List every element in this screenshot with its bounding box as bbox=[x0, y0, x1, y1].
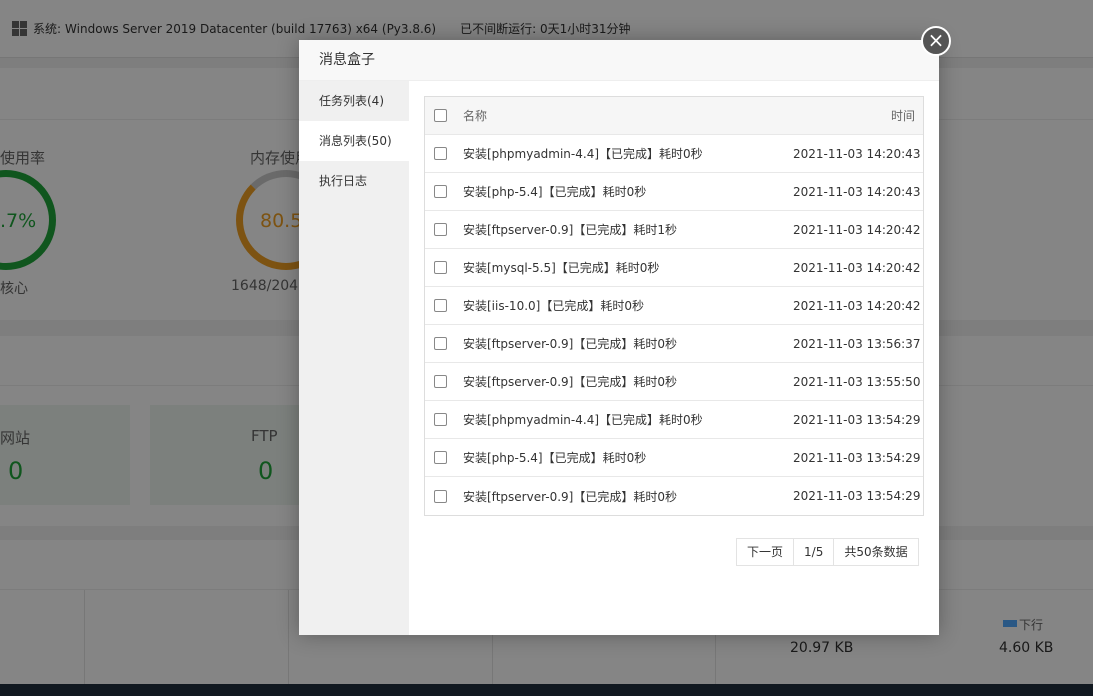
message-time: 2021-11-03 14:20:42 bbox=[793, 260, 921, 275]
total-count: 共50条数据 bbox=[834, 539, 918, 565]
message-time: 2021-11-03 14:20:43 bbox=[793, 146, 921, 161]
message-name: 安装[ftpserver-0.9]【已完成】耗时0秒 bbox=[463, 337, 677, 351]
row-checkbox[interactable] bbox=[434, 489, 447, 503]
table-row: 安装[mysql-5.5]【已完成】耗时0秒 2021-11-03 14:20:… bbox=[425, 249, 923, 287]
column-header-time: 时间 bbox=[890, 109, 915, 123]
table-row: 安装[phpmyadmin-4.4]【已完成】耗时0秒 2021-11-03 1… bbox=[425, 401, 923, 439]
column-header-name: 名称 bbox=[463, 109, 488, 123]
message-name: 安装[php-5.4]【已完成】耗时0秒 bbox=[463, 451, 647, 465]
row-checkbox[interactable] bbox=[434, 185, 447, 198]
table-row: 安装[ftpserver-0.9]【已完成】耗时1秒 2021-11-03 14… bbox=[425, 211, 923, 249]
row-checkbox[interactable] bbox=[434, 413, 447, 426]
message-name: 安装[iis-10.0]【已完成】耗时0秒 bbox=[463, 299, 644, 313]
pagination: 下一页 1/5 共50条数据 bbox=[736, 538, 919, 566]
message-name: 安装[phpmyadmin-4.4]【已完成】耗时0秒 bbox=[463, 413, 703, 427]
message-time: 2021-11-03 13:54:29 bbox=[793, 489, 921, 503]
tab-task-list[interactable]: 任务列表(4) bbox=[299, 81, 409, 121]
select-all-checkbox[interactable] bbox=[434, 109, 447, 122]
table-row: 安装[php-5.4]【已完成】耗时0秒 2021-11-03 14:20:43 bbox=[425, 173, 923, 211]
page-indicator: 1/5 bbox=[794, 539, 835, 565]
message-name: 安装[mysql-5.5]【已完成】耗时0秒 bbox=[463, 261, 660, 275]
modal-sidebar: 任务列表(4) 消息列表(50) 执行日志 bbox=[299, 81, 409, 635]
message-time: 2021-11-03 13:54:29 bbox=[793, 450, 921, 465]
table-row: 安装[iis-10.0]【已完成】耗时0秒 2021-11-03 14:20:4… bbox=[425, 287, 923, 325]
message-box-modal: 消息盒子 任务列表(4) 消息列表(50) 执行日志 名称 时间 安装[phpm… bbox=[299, 40, 939, 635]
modal-title: 消息盒子 bbox=[299, 40, 939, 81]
modal-content: 名称 时间 安装[phpmyadmin-4.4]【已完成】耗时0秒 2021-1… bbox=[409, 81, 939, 635]
message-time: 2021-11-03 14:20:42 bbox=[793, 298, 921, 313]
row-checkbox[interactable] bbox=[434, 223, 447, 236]
message-name: 安装[ftpserver-0.9]【已完成】耗时0秒 bbox=[463, 375, 677, 389]
row-checkbox[interactable] bbox=[434, 451, 447, 464]
message-name: 安装[ftpserver-0.9]【已完成】耗时0秒 bbox=[463, 489, 677, 504]
row-checkbox[interactable] bbox=[434, 147, 447, 160]
tab-execution-log[interactable]: 执行日志 bbox=[299, 161, 409, 201]
row-checkbox[interactable] bbox=[434, 337, 447, 350]
table-row: 安装[ftpserver-0.9]【已完成】耗时0秒 2021-11-03 13… bbox=[425, 363, 923, 401]
close-icon[interactable]: × bbox=[921, 26, 951, 56]
row-checkbox[interactable] bbox=[434, 261, 447, 274]
message-name: 安装[phpmyadmin-4.4]【已完成】耗时0秒 bbox=[463, 147, 703, 161]
table-row: 安装[php-5.4]【已完成】耗时0秒 2021-11-03 13:54:29 bbox=[425, 439, 923, 477]
message-name: 安装[php-5.4]【已完成】耗时0秒 bbox=[463, 185, 647, 199]
table-row: 安装[ftpserver-0.9]【已完成】耗时0秒 2021-11-03 13… bbox=[425, 325, 923, 363]
message-table: 名称 时间 安装[phpmyadmin-4.4]【已完成】耗时0秒 2021-1… bbox=[424, 96, 924, 516]
message-time: 2021-11-03 14:20:42 bbox=[793, 222, 921, 237]
table-row: 安装[phpmyadmin-4.4]【已完成】耗时0秒 2021-11-03 1… bbox=[425, 135, 923, 173]
row-checkbox[interactable] bbox=[434, 299, 447, 312]
message-time: 2021-11-03 14:20:43 bbox=[793, 184, 921, 199]
message-time: 2021-11-03 13:55:50 bbox=[793, 374, 921, 389]
table-row: 安装[ftpserver-0.9]【已完成】耗时0秒 2021-11-03 13… bbox=[425, 477, 923, 515]
table-header: 名称 时间 bbox=[425, 97, 923, 135]
message-name: 安装[ftpserver-0.9]【已完成】耗时1秒 bbox=[463, 223, 677, 237]
row-checkbox[interactable] bbox=[434, 375, 447, 388]
tab-message-list[interactable]: 消息列表(50) bbox=[299, 121, 409, 161]
taskbar bbox=[0, 684, 1093, 696]
message-time: 2021-11-03 13:54:29 bbox=[793, 412, 921, 427]
message-time: 2021-11-03 13:56:37 bbox=[793, 336, 921, 351]
next-page-button[interactable]: 下一页 bbox=[737, 539, 795, 565]
